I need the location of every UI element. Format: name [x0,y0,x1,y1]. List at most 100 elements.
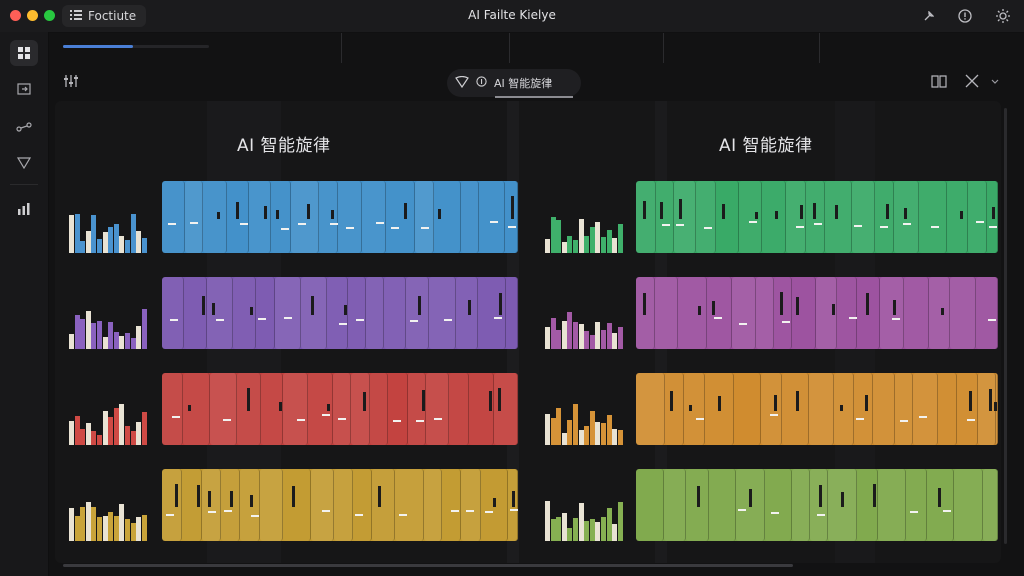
note-clip[interactable] [709,469,736,541]
note-clip[interactable] [461,469,481,541]
note-clip[interactable] [311,469,334,541]
note-clip[interactable] [895,373,913,445]
book-icon[interactable] [931,74,947,92]
vertical-scrollbar[interactable] [1004,108,1007,544]
note-clip[interactable] [185,181,203,253]
note-clip[interactable] [362,181,386,253]
note-clip[interactable] [756,277,774,349]
note-clip[interactable] [227,181,249,253]
note-clip[interactable] [291,181,319,253]
note-clip[interactable] [327,277,348,349]
note-clip[interactable] [938,373,957,445]
note-clip[interactable] [283,373,308,445]
note-clip[interactable] [665,373,684,445]
clip-row[interactable] [636,373,998,445]
note-clip[interactable] [481,469,508,541]
note-clip[interactable] [308,373,333,445]
note-clip[interactable] [919,181,947,253]
note-clip[interactable] [366,277,384,349]
melody-track[interactable] [545,181,998,253]
note-clip[interactable] [261,373,283,445]
note-clip[interactable] [950,277,976,349]
note-clip[interactable] [202,469,221,541]
note-clip[interactable] [334,469,353,541]
note-clip[interactable] [429,277,456,349]
note-clip[interactable] [828,469,857,541]
note-clip[interactable] [837,277,857,349]
note-clip[interactable] [508,469,518,541]
note-clip[interactable] [894,181,919,253]
note-clip[interactable] [774,277,792,349]
note-clip[interactable] [857,277,880,349]
note-clip[interactable] [283,469,311,541]
note-clip[interactable] [319,181,338,253]
note-clip[interactable] [806,181,825,253]
note-clip[interactable] [983,469,998,541]
note-clip[interactable] [333,373,351,445]
note-clip[interactable] [655,277,678,349]
note-clip[interactable] [904,277,929,349]
pin-icon[interactable] [920,7,938,25]
note-clip[interactable] [479,181,505,253]
note-clip[interactable] [478,277,506,349]
mixer-icon[interactable] [63,74,79,92]
note-clip[interactable] [684,373,705,445]
note-clip[interactable] [786,181,806,253]
note-clip[interactable] [233,277,256,349]
note-clip[interactable] [442,469,461,541]
note-clip[interactable] [878,469,906,541]
note-clip[interactable] [968,181,987,253]
note-clip[interactable] [249,181,271,253]
note-clip[interactable] [434,181,461,253]
note-clip[interactable] [947,181,968,253]
note-clip[interactable] [275,277,301,349]
note-clip[interactable] [927,469,954,541]
note-clip[interactable] [987,181,998,253]
note-clip[interactable] [762,181,786,253]
note-clip[interactable] [506,277,518,349]
note-clip[interactable] [716,181,739,253]
grid-icon[interactable] [10,40,38,66]
note-clip[interactable] [873,373,895,445]
note-clip[interactable] [388,373,408,445]
note-clip[interactable] [203,181,227,253]
note-clip[interactable] [732,277,756,349]
chart-icon[interactable] [10,196,38,222]
note-clip[interactable] [184,277,207,349]
note-clip[interactable] [207,277,233,349]
note-clip[interactable] [353,469,372,541]
note-clip[interactable] [408,373,426,445]
melody-track[interactable] [69,277,518,349]
note-clip[interactable] [674,181,696,253]
note-clip[interactable] [816,277,837,349]
note-clip[interactable] [386,181,415,253]
note-clip[interactable] [221,469,240,541]
note-clip[interactable] [880,277,904,349]
note-clip[interactable] [162,469,182,541]
note-clip[interactable] [210,373,237,445]
note-clip[interactable] [370,373,388,445]
clip-row[interactable] [162,277,518,349]
note-clip[interactable] [913,373,938,445]
note-clip[interactable] [707,277,732,349]
shuffle-icon[interactable] [965,74,979,92]
clip-row[interactable] [162,181,518,253]
note-clip[interactable] [734,373,761,445]
note-clip[interactable] [237,373,261,445]
note-clip[interactable] [256,277,275,349]
link-icon[interactable] [10,114,38,140]
note-clip[interactable] [954,469,983,541]
note-clip[interactable] [810,469,828,541]
note-clip[interactable] [825,181,852,253]
note-clip[interactable] [301,277,327,349]
melody-track[interactable] [545,469,998,541]
note-clip[interactable] [636,373,665,445]
note-clip[interactable] [183,373,210,445]
clip-row[interactable] [162,373,518,445]
chevron-down-icon[interactable] [991,74,999,89]
note-clip[interactable] [348,277,366,349]
tab-ai-melody[interactable]: AI 智能旋律 [447,69,581,97]
note-clip[interactable] [424,469,442,541]
note-clip[interactable] [505,181,518,253]
note-clip[interactable] [271,181,291,253]
